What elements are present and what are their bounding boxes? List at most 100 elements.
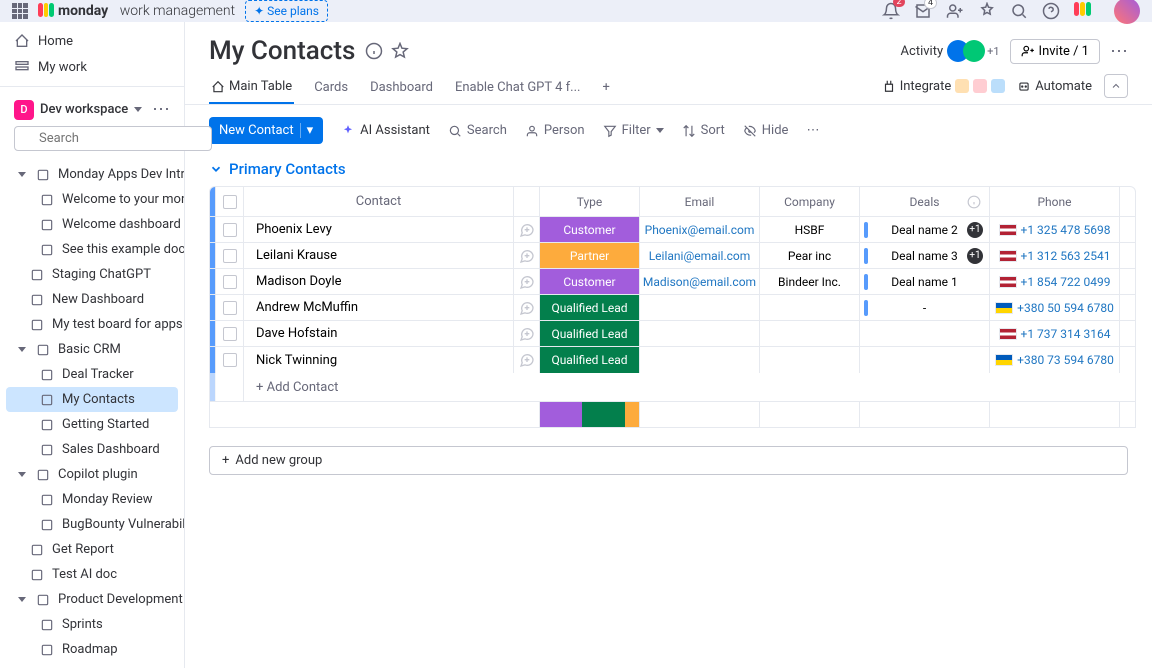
contact-name-cell[interactable]: Andrew McMuffin xyxy=(244,295,514,320)
board-subscribers[interactable]: +1 xyxy=(953,40,999,62)
sidebar-item[interactable]: Product Development xyxy=(0,587,184,612)
sidebar-item[interactable]: Monday Review xyxy=(0,487,184,512)
phone-cell[interactable]: +1 737 314 3164 xyxy=(990,321,1120,346)
toolbar-menu-icon[interactable]: ⋯ xyxy=(806,123,819,138)
phone-cell[interactable]: +1 854 722 0499 xyxy=(990,269,1120,294)
table-row[interactable]: Andrew McMuffinQualified Lead-+380 50 59… xyxy=(210,295,1135,321)
company-cell[interactable]: Bindeer Inc. xyxy=(760,269,860,294)
col-type[interactable]: Type xyxy=(540,187,640,216)
table-row[interactable]: Nick Twinning Qualified Lead +380 73 594 6… xyxy=(210,347,1135,373)
email-cell[interactable]: Leilani@email.com xyxy=(640,243,760,268)
activity-label[interactable]: Activity xyxy=(901,44,944,59)
phone-cell[interactable]: +1 325 478 5698 xyxy=(990,217,1120,242)
row-checkbox[interactable] xyxy=(216,321,244,346)
board-title[interactable]: My Contacts xyxy=(209,36,355,66)
sidebar-item[interactable]: Monday Apps Dev Intro xyxy=(0,162,184,187)
type-cell[interactable]: Qualified Lead xyxy=(540,347,640,373)
apps-marketplace-icon[interactable] xyxy=(978,2,996,20)
tab-cards[interactable]: Cards xyxy=(312,76,350,103)
updates-icon[interactable] xyxy=(514,295,540,320)
nav-mywork[interactable]: My work xyxy=(0,54,184,80)
deals-cell[interactable]: Deal name 2+1 xyxy=(860,217,990,242)
sidebar-item[interactable]: See this example doc 👇 xyxy=(0,237,184,262)
contact-name-cell[interactable]: Leilani Krause xyxy=(244,243,514,268)
workspace-selector[interactable]: D Dev workspace ⋯ xyxy=(0,93,184,126)
type-cell[interactable]: Customer xyxy=(540,217,640,242)
sidebar-item[interactable]: Roadmap xyxy=(0,637,184,662)
invite-members-icon[interactable] xyxy=(946,2,964,20)
updates-icon[interactable] xyxy=(514,321,540,346)
invite-button[interactable]: Invite / 1 xyxy=(1010,39,1100,64)
updates-icon[interactable] xyxy=(514,269,540,294)
type-cell[interactable]: Qualified Lead xyxy=(540,295,640,320)
info-icon[interactable] xyxy=(365,42,383,60)
col-phone[interactable]: Phone xyxy=(990,187,1120,216)
product-logo[interactable]: monday work management xyxy=(38,3,235,19)
phone-cell[interactable]: +380 73 594 6780 xyxy=(990,347,1120,373)
row-checkbox[interactable] xyxy=(216,217,244,242)
collapse-header-button[interactable] xyxy=(1104,74,1128,98)
email-cell[interactable]: Phoenix@email.com xyxy=(640,217,760,242)
email-cell[interactable]: Madison@email.com xyxy=(640,269,760,294)
hide-button[interactable]: Hide xyxy=(743,123,789,138)
email-cell[interactable] xyxy=(640,321,760,346)
row-checkbox[interactable] xyxy=(216,269,244,294)
search-button[interactable]: Search xyxy=(448,123,507,138)
updates-icon[interactable] xyxy=(514,243,540,268)
col-deals[interactable]: Deals xyxy=(860,187,990,216)
row-checkbox[interactable] xyxy=(216,347,244,373)
tab-main-table[interactable]: Main Table xyxy=(209,75,294,104)
apps-menu-icon[interactable] xyxy=(12,3,28,19)
contact-name-cell[interactable]: Madison Doyle xyxy=(244,269,514,294)
ai-assistant-button[interactable]: AI Assistant xyxy=(341,123,430,138)
deals-cell[interactable]: Deal name 1 xyxy=(860,269,990,294)
user-avatar[interactable] xyxy=(1114,0,1140,24)
add-group-button[interactable]: + Add new group xyxy=(209,446,1128,475)
nav-home[interactable]: Home xyxy=(0,28,184,54)
company-cell[interactable]: HSBF xyxy=(760,217,860,242)
phone-cell[interactable]: +1 312 563 2541 xyxy=(990,243,1120,268)
contact-name-cell[interactable]: Nick Twinning xyxy=(244,347,514,373)
sidebar-item[interactable]: Test AI doc xyxy=(0,562,184,587)
new-contact-button[interactable]: New Contact▾ xyxy=(209,117,323,144)
col-email[interactable]: Email xyxy=(640,187,760,216)
sidebar-item[interactable]: Basic CRM xyxy=(0,337,184,362)
workspace-menu-icon[interactable]: ⋯ xyxy=(152,99,170,120)
sidebar-item[interactable]: Staging ChatGPT xyxy=(0,262,184,287)
table-row[interactable]: Madison DoyleCustomerMadison@email.comBi… xyxy=(210,269,1135,295)
sidebar-item[interactable]: New Dashboard xyxy=(0,287,184,312)
updates-icon[interactable] xyxy=(514,347,540,373)
filter-button[interactable]: Filter xyxy=(603,123,664,138)
sidebar-item[interactable]: Get Report xyxy=(0,537,184,562)
contact-name-cell[interactable]: Phoenix Levy xyxy=(244,217,514,242)
sidebar-item[interactable]: My test board for apps xyxy=(0,312,184,337)
notifications-icon[interactable]: 2 xyxy=(882,2,900,20)
search-icon[interactable] xyxy=(1010,2,1028,20)
row-checkbox[interactable] xyxy=(216,243,244,268)
company-cell[interactable] xyxy=(760,347,860,373)
sidebar-item[interactable]: Copilot plugin xyxy=(0,462,184,487)
updates-icon[interactable] xyxy=(514,217,540,242)
sidebar-item[interactable]: Sales Dashboard xyxy=(0,437,184,462)
company-cell[interactable]: Pear inc xyxy=(760,243,860,268)
select-all-checkbox[interactable] xyxy=(216,187,244,216)
sidebar-item[interactable]: Welcome to your mond... xyxy=(0,187,184,212)
sort-button[interactable]: Sort xyxy=(682,123,725,138)
email-cell[interactable] xyxy=(640,347,760,373)
sidebar-item[interactable]: BugBounty Vulnerabiliti... xyxy=(0,512,184,537)
table-row[interactable]: Dave HofstainQualified Lead+1 737 314 31… xyxy=(210,321,1135,347)
help-icon[interactable] xyxy=(1042,2,1060,20)
deals-cell[interactable]: Deal name 3+1 xyxy=(860,243,990,268)
sidebar-item[interactable]: Getting Started xyxy=(0,412,184,437)
automate-button[interactable]: Automate xyxy=(1017,79,1092,94)
person-filter-button[interactable]: Person xyxy=(525,123,585,138)
table-row[interactable]: Phoenix Levy CustomerPhoenix@email.comHSB… xyxy=(210,217,1135,243)
sidebar-item[interactable]: My Contacts xyxy=(6,387,178,412)
chevron-down-icon[interactable]: ▾ xyxy=(300,123,314,138)
deals-cell[interactable] xyxy=(860,347,990,373)
col-contact[interactable]: Contact xyxy=(244,187,514,216)
deals-cell[interactable]: - xyxy=(860,295,990,320)
board-menu-icon[interactable]: ⋯ xyxy=(1110,41,1128,62)
table-row[interactable]: Leilani KrausePartnerLeilani@email.comPe… xyxy=(210,243,1135,269)
add-tab-button[interactable]: + xyxy=(600,76,611,103)
